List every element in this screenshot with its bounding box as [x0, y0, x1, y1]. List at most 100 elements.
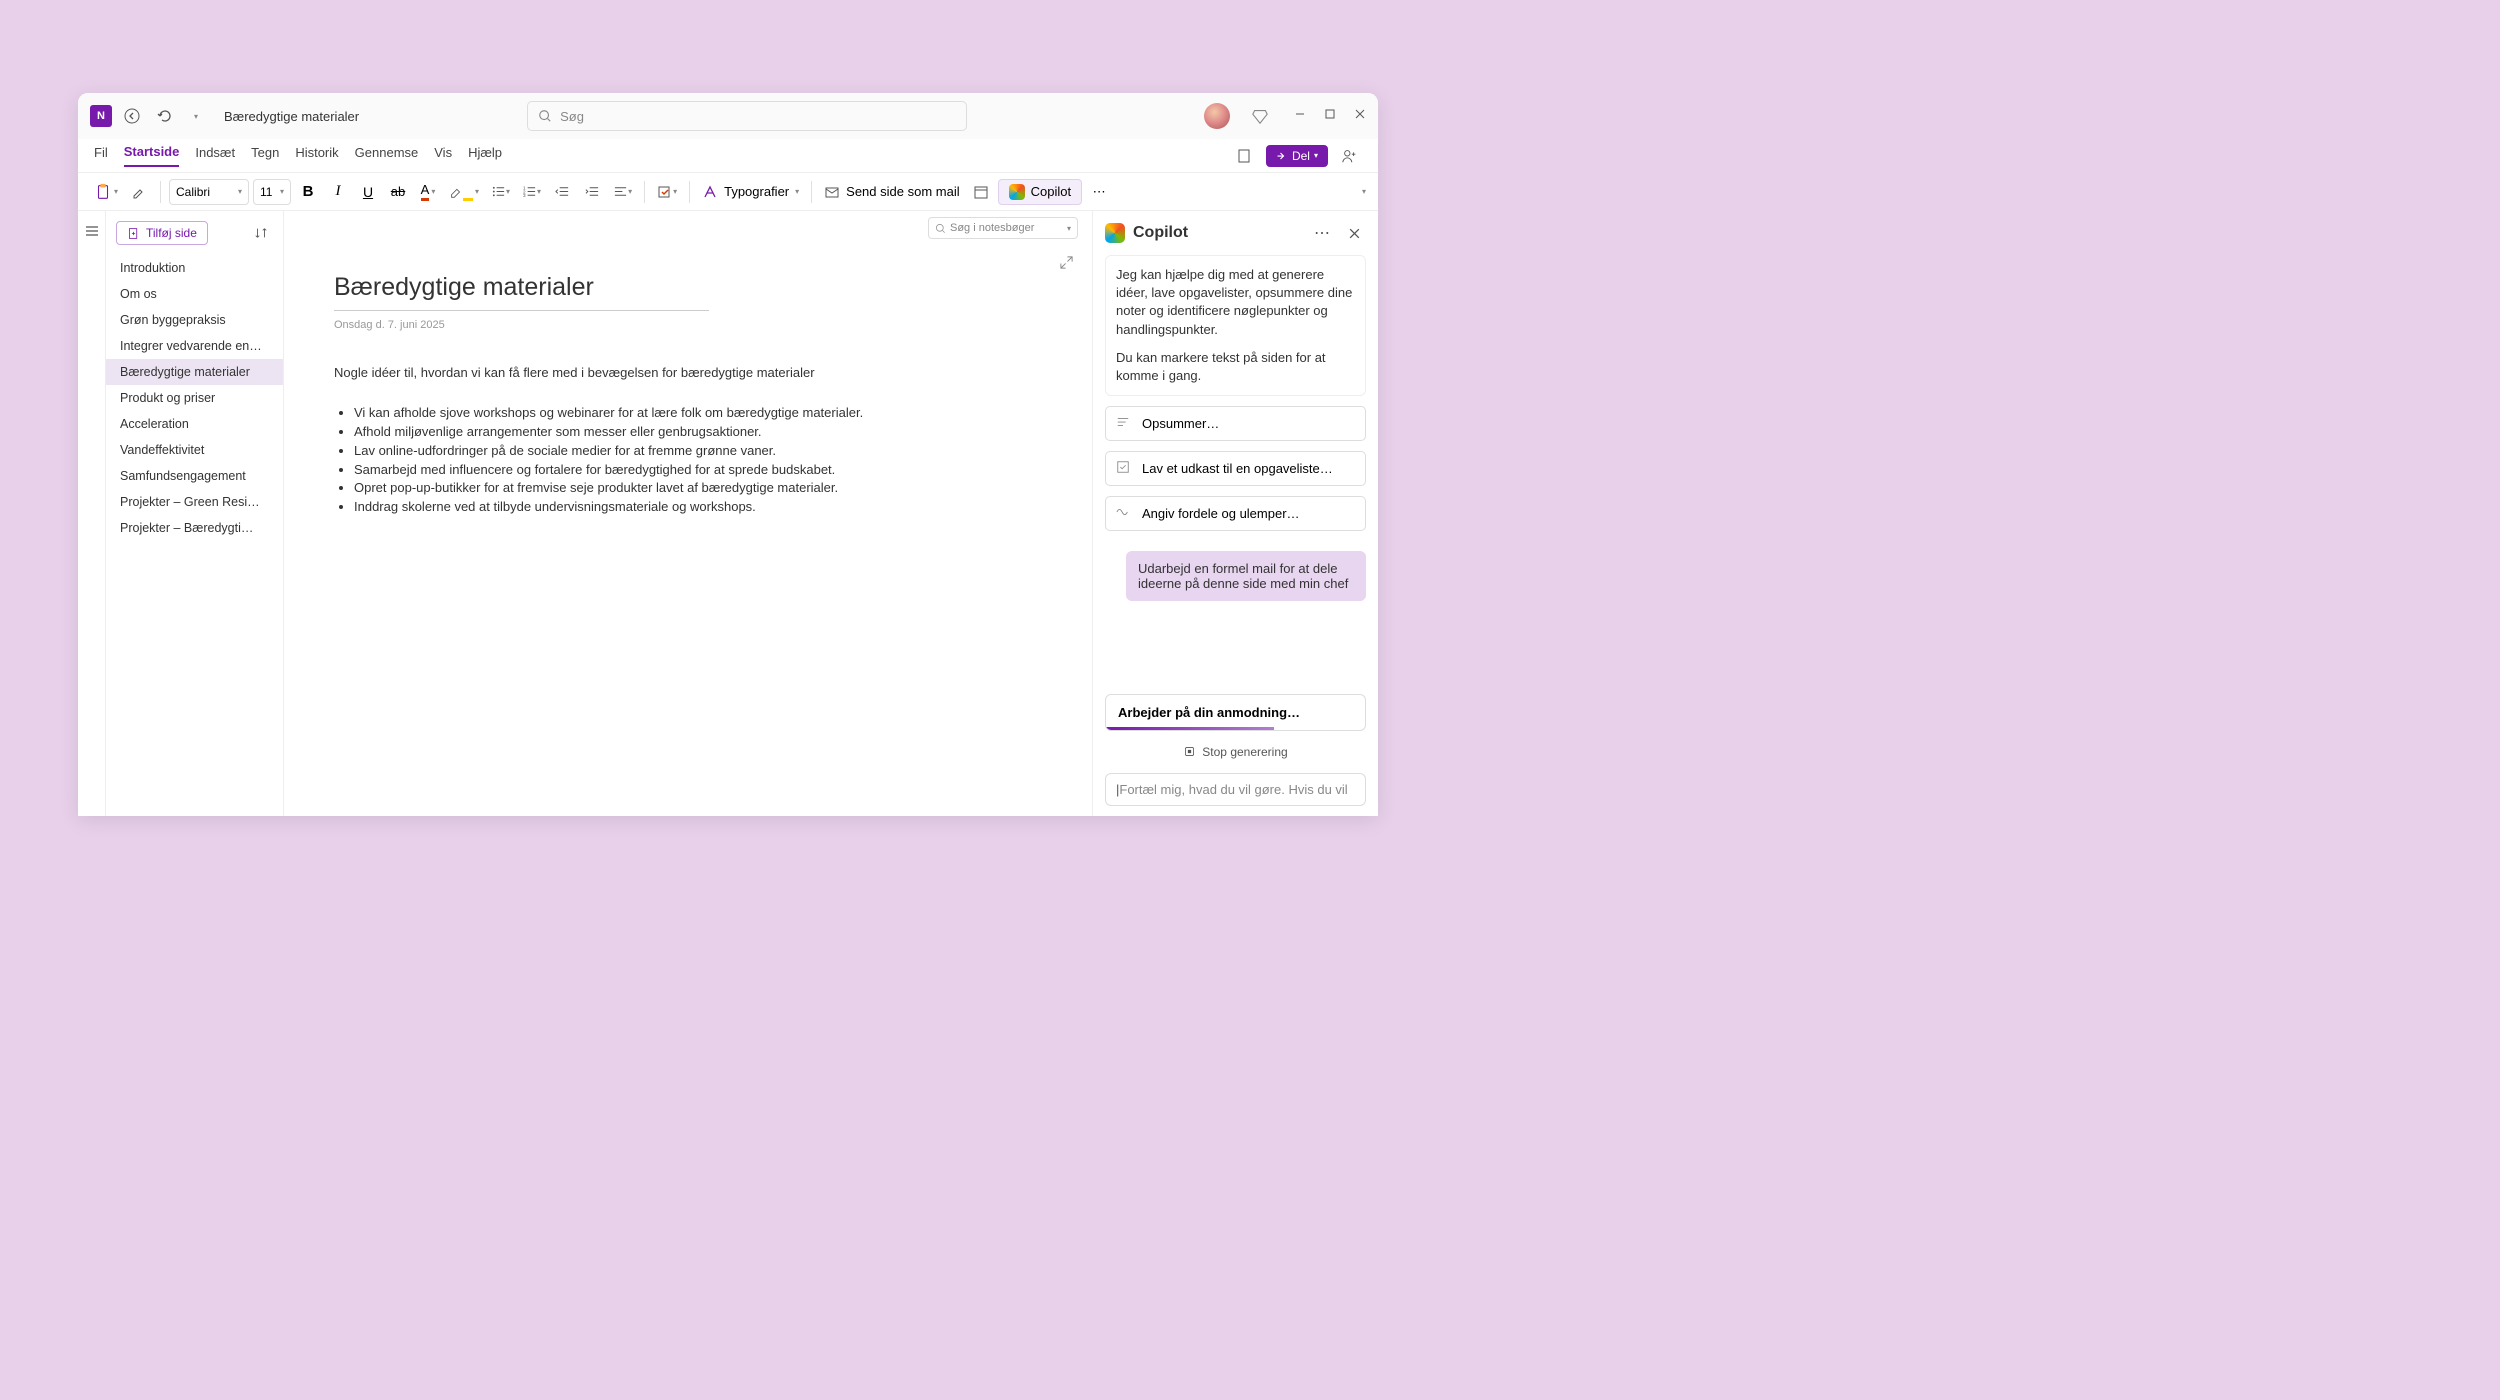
suggestion-summarize[interactable]: Opsummer…: [1105, 406, 1366, 441]
add-page-button[interactable]: Tilføj side: [116, 221, 208, 245]
note-bullet[interactable]: Samarbejd med influencere og fortalere f…: [354, 461, 1042, 480]
suggestion-proscons[interactable]: Angiv fordele og ulemper…: [1105, 496, 1366, 531]
progress-bar: [1106, 727, 1274, 730]
more-titlebar-button[interactable]: ▾: [184, 104, 208, 128]
page-list-item[interactable]: Om os: [106, 281, 283, 307]
styles-button[interactable]: Typografier ▾: [698, 179, 803, 205]
wave-icon: [1116, 505, 1132, 522]
lines-icon: [1116, 415, 1132, 432]
page-list-item[interactable]: Bæredygtige materialer: [106, 359, 283, 385]
copilot-working-status: Arbejder på din anmodning…: [1105, 694, 1366, 731]
font-family-select[interactable]: Calibri ▾: [169, 179, 249, 205]
italic-button[interactable]: I: [325, 179, 351, 205]
suggestion-label: Lav et udkast til en opgaveliste…: [1142, 461, 1333, 476]
copilot-icon: [1009, 184, 1025, 200]
suggestion-label: Angiv fordele og ulemper…: [1142, 506, 1300, 521]
undo-button[interactable]: [152, 104, 176, 128]
bold-button[interactable]: B: [295, 179, 321, 205]
page-list-item[interactable]: Acceleration: [106, 411, 283, 437]
menu-fil[interactable]: Fil: [94, 145, 108, 166]
minimize-button[interactable]: [1294, 107, 1306, 125]
copilot-panel: Copilot ⋯ Jeg kan hjælpe dig med at gene…: [1092, 211, 1378, 816]
notebook-search-input[interactable]: Søg i notesbøger ▾: [928, 217, 1078, 239]
copilot-panel-title: Copilot: [1133, 224, 1302, 242]
align-icon: [613, 184, 628, 199]
menu-indsaet[interactable]: Indsæt: [195, 145, 235, 166]
stop-label: Stop generering: [1202, 745, 1287, 759]
paste-button[interactable]: ▾: [90, 179, 122, 205]
stop-icon: [1183, 745, 1196, 758]
menu-tegn[interactable]: Tegn: [251, 145, 279, 166]
people-icon: [1341, 147, 1359, 165]
calendar-icon: [973, 184, 989, 200]
bullets-button[interactable]: ▾: [487, 179, 514, 205]
menu-gennemse[interactable]: Gennemse: [355, 145, 419, 166]
ribbon-overflow-button[interactable]: ⋯: [1086, 179, 1112, 205]
page-list-item[interactable]: Projekter – Green Resi…: [106, 489, 283, 515]
note-bullet[interactable]: Vi kan afholde sjove workshops og webina…: [354, 404, 1042, 423]
tag-button[interactable]: ▾: [653, 179, 681, 205]
align-button[interactable]: ▾: [609, 179, 636, 205]
note-bullet[interactable]: Lav online-udfordringer på de sociale me…: [354, 442, 1042, 461]
font-color-button[interactable]: A▾: [415, 179, 441, 205]
menu-historik[interactable]: Historik: [295, 145, 338, 166]
menu-vis[interactable]: Vis: [434, 145, 452, 166]
reading-mode-button[interactable]: [1232, 144, 1256, 168]
page-list-item[interactable]: Produkt og priser: [106, 385, 283, 411]
note-bullet[interactable]: Opret pop-up-butikker for at fremvise se…: [354, 479, 1042, 498]
back-button[interactable]: [120, 104, 144, 128]
font-size-select[interactable]: 11 ▾: [253, 179, 291, 205]
strikethrough-button[interactable]: ab: [385, 179, 411, 205]
back-arrow-icon: [124, 108, 140, 124]
send-mail-button[interactable]: Send side som mail: [820, 179, 963, 205]
note-canvas[interactable]: Søg i notesbøger ▾ Bæredygtige materiale…: [284, 211, 1092, 816]
share-icon: [1276, 150, 1288, 162]
outdent-icon: [555, 184, 570, 199]
user-message-bubble: Udarbejd en formel mail for at dele idee…: [1126, 551, 1366, 601]
ribbon-collapse-button[interactable]: ▾: [1362, 187, 1366, 196]
share-button[interactable]: Del ▾: [1266, 145, 1328, 167]
menu-hjaelp[interactable]: Hjælp: [468, 145, 502, 166]
copilot-close-button[interactable]: [1342, 221, 1366, 245]
suggestion-tasklist[interactable]: Lav et udkast til en opgaveliste…: [1105, 451, 1366, 486]
underline-button[interactable]: U: [355, 179, 381, 205]
page-list-item[interactable]: Grøn byggepraksis: [106, 307, 283, 333]
copilot-menu-button[interactable]: ⋯: [1310, 221, 1334, 245]
global-search-input[interactable]: Søg: [527, 101, 967, 131]
indent-button[interactable]: [579, 179, 605, 205]
people-button[interactable]: [1338, 144, 1362, 168]
expand-page-button[interactable]: [1059, 255, 1074, 275]
ribbon: ▾ Calibri ▾ 11 ▾ B I U ab A▾ ▾ ▾ 123 ▾: [78, 173, 1378, 211]
svg-text:3: 3: [523, 193, 526, 198]
note-bullet-list[interactable]: Vi kan afholde sjove workshops og webina…: [334, 404, 1042, 517]
copilot-ribbon-button[interactable]: Copilot: [998, 179, 1082, 205]
sort-pages-button[interactable]: [249, 221, 273, 245]
undo-icon: [156, 108, 172, 124]
page-list-item[interactable]: Samfundsengagement: [106, 463, 283, 489]
meeting-button[interactable]: [968, 179, 994, 205]
highlight-button[interactable]: ▾: [445, 179, 483, 205]
numbering-button[interactable]: 123 ▾: [518, 179, 545, 205]
premium-icon[interactable]: [1248, 104, 1272, 128]
note-title[interactable]: Bæredygtige materialer: [334, 273, 709, 311]
document-title: Bæredygtige materialer: [224, 109, 359, 124]
outdent-button[interactable]: [549, 179, 575, 205]
close-button[interactable]: [1354, 107, 1366, 125]
stop-generating-button[interactable]: Stop generering: [1183, 745, 1287, 759]
note-bullet[interactable]: Afhold miljøvenlige arrangementer som me…: [354, 423, 1042, 442]
hamburger-button[interactable]: [80, 219, 104, 243]
page-list-item[interactable]: Projekter – Bæredygti…: [106, 515, 283, 541]
note-intro-text[interactable]: Nogle idéer til, hvordan vi kan få flere…: [334, 365, 1042, 380]
page-list-item[interactable]: Introduktion: [106, 255, 283, 281]
user-avatar[interactable]: [1204, 103, 1230, 129]
copilot-prompt-input[interactable]: |Fortæl mig, hvad du vil gøre. Hvis du v…: [1105, 773, 1366, 806]
format-painter-button[interactable]: [126, 179, 152, 205]
maximize-button[interactable]: [1324, 107, 1336, 125]
note-bullet[interactable]: Inddrag skolerne ved at tilbyde undervis…: [354, 498, 1042, 517]
search-placeholder: Søg: [560, 109, 584, 124]
page-list-item[interactable]: Vandeffektivitet: [106, 437, 283, 463]
app-icon: N: [90, 105, 112, 127]
menu-startside[interactable]: Startside: [124, 144, 180, 167]
page-list-item[interactable]: Integrer vedvarende en…: [106, 333, 283, 359]
nav-rail: [78, 211, 106, 816]
